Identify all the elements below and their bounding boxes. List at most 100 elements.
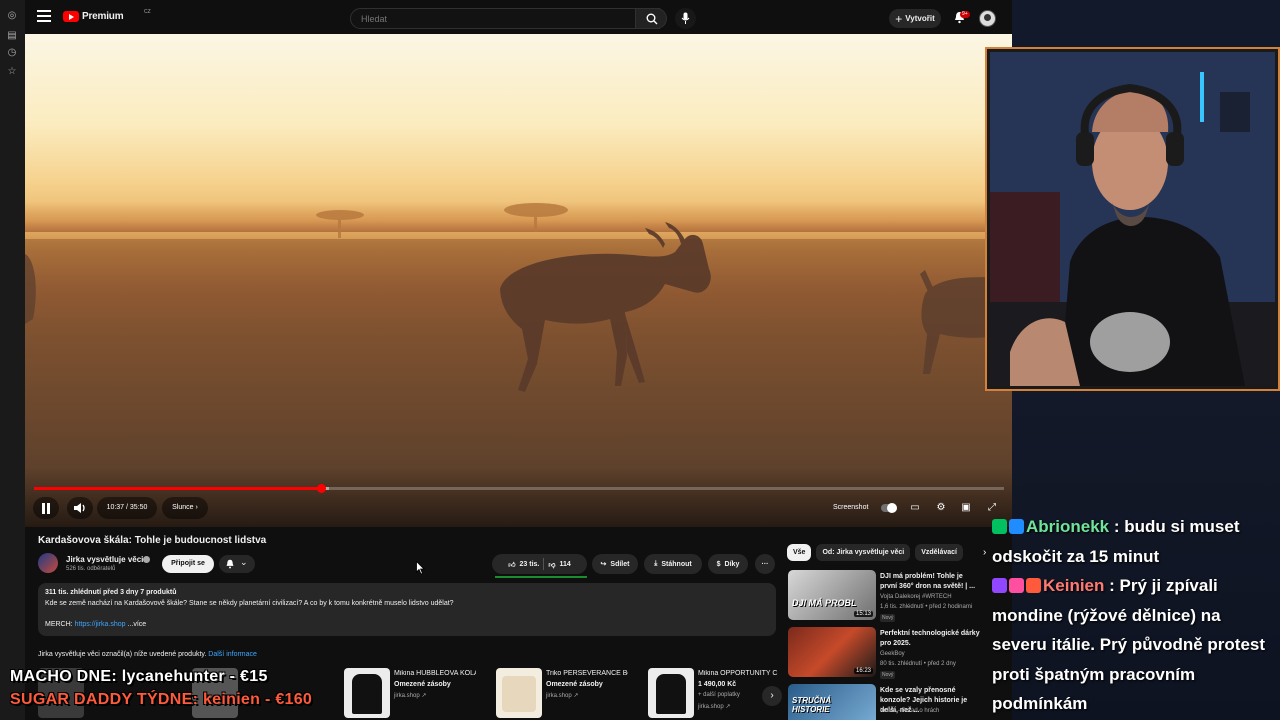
browser-history-icon[interactable]: ◷ (6, 47, 18, 59)
product-card[interactable]: Triko PERSEVERANCE Béž... Omezené zásoby… (496, 668, 636, 718)
thanks-icon: $ (716, 560, 721, 568)
like-dislike-group: 👍︎ 23 tis. 👎︎ 114 (492, 554, 587, 574)
moderator-icon (1009, 519, 1024, 534)
description-merch-line: MERCH: https://jirka.shop ...více (45, 621, 146, 628)
top-donor-ticker: MACHO DNE: lycanehunter - €15 (10, 668, 268, 685)
chip-all[interactable]: Vše (787, 544, 812, 561)
mouse-cursor-icon (416, 561, 425, 575)
thanks-button[interactable]: $ Díky (708, 554, 748, 574)
subtitles-icon[interactable]: ▭ (908, 501, 922, 515)
pause-icon (42, 503, 45, 514)
channel-avatar[interactable] (38, 553, 58, 573)
product-thumbnail (344, 668, 390, 718)
show-more-link[interactable]: ...více (128, 621, 147, 628)
product-card[interactable]: Mikina HUBBLEOVA KOLÁŽ... Omezené zásoby… (344, 668, 484, 718)
miniplayer-icon[interactable]: ▣ (959, 501, 973, 515)
badge-icon (1026, 578, 1041, 593)
related-video[interactable]: STRUČNÁ HISTORIE Kde se vzaly přenosné k… (788, 684, 988, 720)
product-thumbnail (648, 668, 694, 718)
products-header-text: Jirka vysvětluje věci označil(a) níže uv… (38, 651, 207, 658)
product-title: Mikina OPPORTUNITY Č (698, 670, 778, 677)
product-shop-link[interactable]: jirka.shop ↗ (546, 692, 578, 699)
more-actions-button[interactable]: ··· (755, 554, 775, 574)
like-button[interactable]: 👍︎ 23 tis. (508, 560, 539, 569)
product-card[interactable]: Mikina OPPORTUNITY Č 1 490,00 Kč + další… (648, 668, 778, 718)
menu-icon[interactable] (37, 10, 51, 22)
chat-username: Abrionekk (1026, 517, 1110, 536)
search-button[interactable] (635, 8, 667, 29)
pause-icon-bar (47, 503, 50, 514)
related-channel: Vojta Dalekorej #WRTECH (880, 594, 952, 600)
microphone-icon (681, 12, 690, 24)
dislike-count: 114 (559, 560, 571, 568)
subscription-bell-button[interactable]: ⌄ (219, 555, 255, 573)
chat-message: Abrionekk : budu si muset odskočit za 15… (992, 512, 1277, 571)
join-button[interactable]: Připojit se (162, 555, 214, 573)
kick-icon (992, 519, 1007, 534)
stream-top-panel (1012, 0, 1280, 50)
streamer-webcam (985, 47, 1280, 391)
account-avatar[interactable] (979, 10, 996, 27)
product-extra-fees: + další poplatky (698, 692, 740, 698)
product-stock: Omezené zásoby (394, 681, 451, 688)
description-box[interactable]: 311 tis. zhlédnutí před 3 dny 7 produktů… (38, 583, 776, 636)
products-header: Jirka vysvětluje věci označil(a) níže uv… (38, 651, 257, 658)
thumbnail-text: DJI MÁ PROBL (792, 598, 857, 608)
chip-educational[interactable]: Vzdělávací (915, 544, 963, 561)
logo-text: Premium (82, 11, 124, 22)
youtube-play-icon (63, 11, 79, 22)
like-divider (543, 558, 545, 570)
product-shop-link[interactable]: jirka.shop ↗ (698, 703, 730, 710)
webcam-scene (990, 52, 1275, 386)
browser-home-icon[interactable]: ◎ (6, 10, 18, 22)
thumbnail-text: STRUČNÁ HISTORIE (792, 696, 832, 714)
thumbs-down-icon: 👎︎ (548, 561, 556, 569)
played-segment (34, 487, 322, 490)
download-button[interactable]: ⤓ Stáhnout (644, 554, 702, 574)
chip-from-channel[interactable]: Od: Jirka vysvětluje věci (816, 544, 911, 561)
channel-name[interactable]: Jirka vysvětluje věci (66, 555, 143, 564)
related-video[interactable]: 16:23 Perfektní technologické dárky pro … (788, 627, 988, 679)
download-icon: ⤓ (654, 560, 658, 567)
share-button[interactable]: ↪ Sdílet (592, 554, 638, 574)
browser-tabs-icon[interactable]: ▤ (6, 30, 18, 42)
like-count: 23 tis. (519, 560, 540, 568)
create-button[interactable]: + Vytvořit (889, 9, 941, 28)
notification-count-badge: 9+ (960, 11, 970, 18)
create-label: Vytvořit (905, 14, 935, 23)
related-title: Perfektní technologické dárky pro 2025. (880, 630, 980, 647)
weekly-donor-ticker: SUGAR DADDY TÝDNE: keinien - €160 (10, 691, 313, 708)
related-video[interactable]: DJI MÁ PROBL 15:13 DJI má problém! Tohle… (788, 570, 988, 622)
video-duration: 16:23 (853, 668, 873, 674)
merch-link[interactable]: https://jirka.shop (75, 621, 126, 628)
chat-username: Keinien (1043, 576, 1105, 595)
video-player[interactable]: 10:37 / 35:50 Slunce › Screenshot ▭ ⚙ ▣ … (25, 34, 1012, 527)
related-channel: GeekBoy (880, 651, 905, 657)
region-code: CZ (144, 9, 151, 15)
search-input[interactable] (361, 14, 601, 24)
product-shop-link[interactable]: jirka.shop ↗ (394, 692, 426, 699)
chevron-down-icon: ⌄ (240, 557, 248, 567)
video-title: Kardašovova škála: Tohle je budoucnost l… (38, 535, 267, 546)
bell-icon (226, 559, 234, 569)
progress-bar[interactable] (34, 484, 1004, 493)
browser-favorites-icon[interactable]: ☆ (6, 66, 18, 78)
related-thumbnail: STRUČNÁ HISTORIE (788, 684, 876, 720)
chapter-button[interactable]: Slunce › (162, 497, 208, 519)
product-title: Triko PERSEVERANCE Béž... (546, 670, 628, 677)
search-icon (646, 13, 658, 25)
heart-icon (1009, 578, 1024, 593)
settings-gear-icon[interactable]: ⚙ (934, 501, 948, 515)
pause-button[interactable] (33, 497, 59, 519)
more-info-link[interactable]: Další informace (208, 651, 257, 658)
dislike-button[interactable]: 👎︎ 114 (548, 560, 570, 569)
chips-next-icon[interactable]: › (983, 547, 986, 558)
description-stats: 311 tis. zhlédnutí před 3 dny 7 produktů (45, 589, 177, 596)
voice-search-button[interactable] (675, 8, 696, 29)
screenshot-toggle[interactable] (881, 503, 897, 513)
chevron-right-icon: › (770, 690, 774, 701)
youtube-premium-logo[interactable]: Premium CZ (63, 9, 151, 22)
products-next-button[interactable]: › (762, 686, 782, 706)
youtube-header: Premium CZ + Vytvořit 9+ (25, 0, 1012, 34)
volume-button[interactable] (67, 497, 93, 519)
